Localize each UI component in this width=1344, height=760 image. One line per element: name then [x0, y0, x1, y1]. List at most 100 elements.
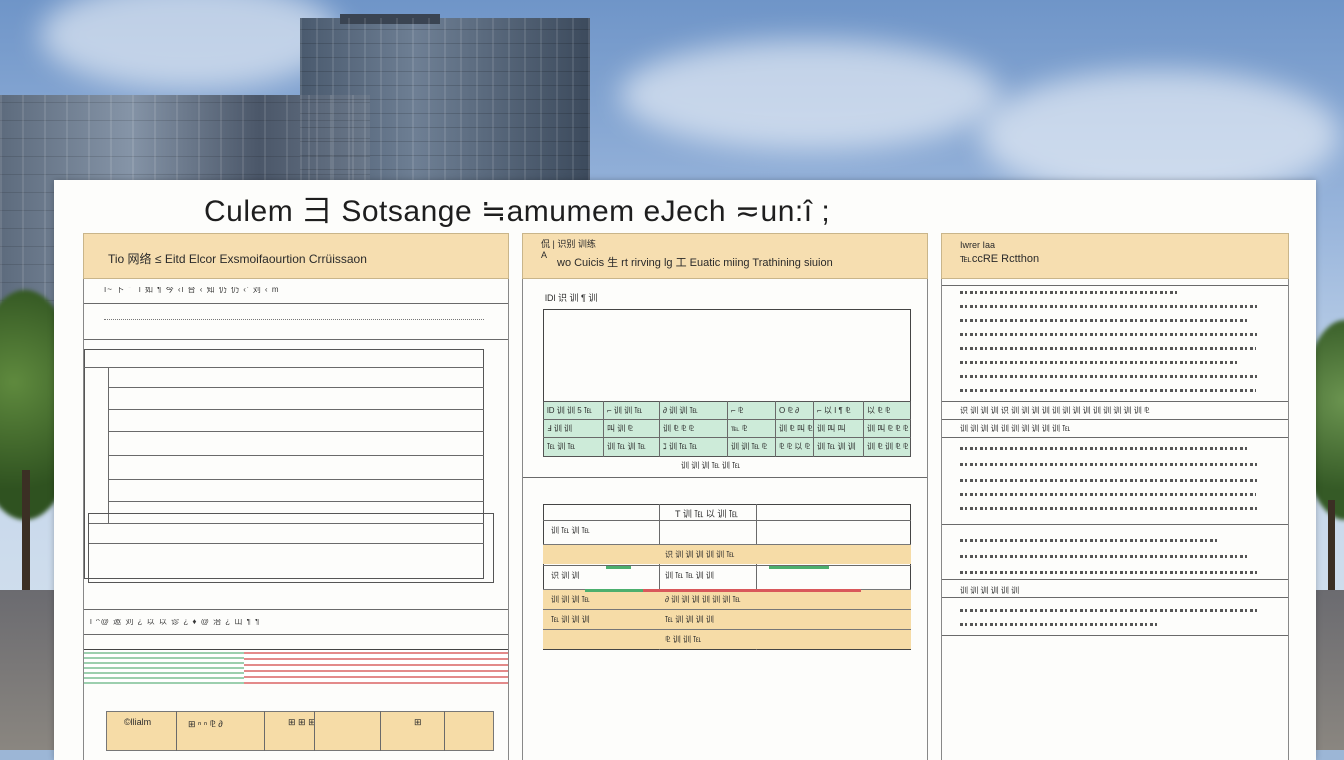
divider [264, 711, 265, 751]
green-table-cell: 以 ⅊ ⅊ [867, 406, 891, 415]
divider [108, 387, 484, 388]
cloud [620, 40, 1000, 150]
middle-panel-subtitle: 侃 | 识别 训练 [541, 239, 596, 249]
bar-band [84, 649, 244, 684]
orange-table-cell: 训 ℡ 训 ℡ [551, 526, 590, 535]
green-table-cell: 训 叫 叫 [817, 424, 846, 433]
text-line-placeholder [960, 571, 1260, 574]
middle-panel-body: lDl 识 训 ¶ 训 lD 训 训 5 ℡ ⌐ 训 训 ℡ ∂ 训 训 ℡ ⌐ ⅊ O… [522, 279, 928, 760]
text-line-placeholder [960, 507, 1260, 510]
divider [176, 711, 177, 751]
middle-panel-subtitle: A [541, 250, 548, 260]
divider [444, 711, 445, 751]
text-line-placeholder [960, 389, 1256, 392]
text-line-placeholder [960, 539, 1220, 542]
divider [942, 579, 1288, 580]
left-panel-header: Tio 网络 ≤ Eitd Elcor Exsmoifaourtion Crrü… [83, 233, 509, 279]
green-table-cell: ∂ 训 训 ℡ [663, 406, 698, 415]
text-line-placeholder [960, 333, 1260, 336]
text-line: l ^@ 邀 刘 ¿ 以 以 诊 ¿ ♦ @ 治 ¿ 山 ¶ ¶ [90, 619, 261, 625]
middle-panel: 侃 | 识别 训练 A wo Cuicis 生 rt rirving lg 工 … [522, 233, 928, 760]
green-table-cell: 训 ℡ 训 训 [817, 442, 856, 451]
divider [84, 367, 484, 368]
section-heading: 训 训 训 训 训 训 训 训 训 训 ℡ [960, 424, 1071, 433]
table-caption: 训 训 训 ℡ 训 ℡ [681, 461, 741, 470]
green-table-cell: ⅊ ⅊ 以 ⅊ [779, 442, 811, 451]
text-line-placeholder [960, 479, 1260, 482]
text-line-placeholder [960, 291, 1180, 294]
text-line-placeholder [960, 447, 1250, 450]
text-line-placeholder [960, 609, 1260, 612]
text-line-placeholder [960, 361, 1240, 364]
green-table-cell: ℷ 训 ℡ ℡ [663, 442, 698, 451]
orange-table-cell: ℡ 训 训 训 训 [665, 615, 714, 624]
divider [659, 401, 660, 457]
section-heading: 识 训 训 训 识 训 训 训 训 训 训 训 训 训 训 训 训 训 ⅊ [960, 406, 1150, 415]
middle-panel-title: wo Cuicis 生 rt rirving lg 工 Euatic miing… [557, 257, 833, 269]
right-panel-body: 识 训 训 训 识 训 训 训 训 训 训 训 训 训 训 训 训 训 ⅊ 训 … [941, 279, 1289, 760]
green-table-cell: ℡ ⅊ [731, 424, 748, 433]
tree-trunk [22, 470, 30, 590]
left-table-outline [88, 513, 494, 583]
infographic-poster: Culem 彐 Sotsange ≒amumem eJech ≂un:î ; T… [54, 180, 1316, 760]
divider [942, 285, 1288, 286]
orange-table-cell: 训 训 训 ℡ [551, 595, 590, 604]
orange-table-row [543, 629, 911, 649]
divider [942, 597, 1288, 598]
green-table-cell: ⌐ 以 I ¶ ⅊ [817, 406, 851, 415]
divider [543, 520, 911, 521]
poster-title: Culem 彐 Sotsange ≒amumem eJech ≂un:î ; [204, 195, 831, 228]
orange-table-cell: 识 训 训 训 训 训 ℡ [665, 550, 735, 559]
middle-panel-header: 侃 | 识别 训练 A wo Cuicis 生 rt rirving lg 工 … [522, 233, 928, 279]
divider [84, 339, 508, 340]
divider [84, 609, 508, 610]
green-table-cell: 训 训 ℡ ⅊ [731, 442, 768, 451]
divider [380, 711, 381, 751]
progress-bar-red [643, 589, 861, 592]
text-line-placeholder [960, 555, 1250, 558]
divider [108, 479, 484, 480]
table-title: T 训 ℡ 以 训 ℡ [675, 509, 738, 519]
orange-table-cell: 识 训 训 [551, 571, 580, 580]
green-table-cell: 训 ⅊ ⅊ ⅊ [663, 424, 695, 433]
bottom-box-label: ⊞ [414, 717, 422, 727]
left-panel: Tio 网络 ≤ Eitd Elcor Exsmoifaourtion Crrü… [83, 233, 509, 760]
green-table-cell: ℡ 训 ℡ [547, 442, 576, 451]
right-panel-subtitle: Iwrer Iaa [960, 240, 996, 250]
green-table-cell: 训 ℡ 训 ℡ [607, 442, 646, 451]
orange-table-cell: 训 ℡ ℡ 训 训 [665, 571, 714, 580]
text-line-placeholder [960, 623, 1160, 626]
divider [603, 401, 604, 457]
left-panel-title: Tio 网络 ≤ Eitd Elcor Exsmoifaourtion Crrü… [108, 252, 367, 266]
green-table-cell: ⌐ ⅊ [731, 406, 744, 415]
divider [863, 401, 864, 457]
divider [108, 431, 484, 432]
divider [314, 711, 315, 751]
text-line: I~ 卜 ˉ ´l 如 ¶ 今 ‹l 台 ‹ 知 仍 仍 ‹' 刘 ‹ m [104, 287, 280, 293]
bar-band [244, 649, 508, 684]
right-panel-header: Iwrer Iaa ℡ccRE Rctthon [941, 233, 1289, 279]
divider [84, 303, 508, 304]
orange-table-cell: ⅊ 训 训 ℡ [665, 635, 702, 644]
divider [942, 635, 1288, 636]
divider [543, 565, 911, 566]
right-panel: Iwrer Iaa ℡ccRE Rctthon 识 训 训 训 识 训 训 训 … [941, 233, 1289, 760]
text-line [104, 319, 484, 326]
divider [942, 437, 1288, 438]
text-line-placeholder [960, 319, 1250, 322]
text-line-placeholder [960, 375, 1260, 378]
bottom-box-label: ©llialm [124, 717, 152, 727]
divider [108, 409, 484, 410]
green-table-cell: 训 叫 ⅊ ⅊ ⅊ ℡ ⅊ ℡ ⅊ ⅊ ⅊ [867, 424, 911, 433]
divider [942, 401, 1288, 402]
divider [813, 401, 814, 457]
text-line-placeholder [960, 305, 1260, 308]
progress-bar-green [769, 566, 829, 569]
progress-bar-green [585, 589, 643, 592]
green-table-cell: O ⅊ ∂ [779, 406, 800, 415]
divider [108, 455, 484, 456]
divider [942, 524, 1288, 525]
green-table-cell: 叫 训 ⅊ [607, 424, 633, 433]
progress-bar-green [606, 566, 631, 569]
green-table-cell: Ⅎ 训 训 [547, 424, 573, 433]
